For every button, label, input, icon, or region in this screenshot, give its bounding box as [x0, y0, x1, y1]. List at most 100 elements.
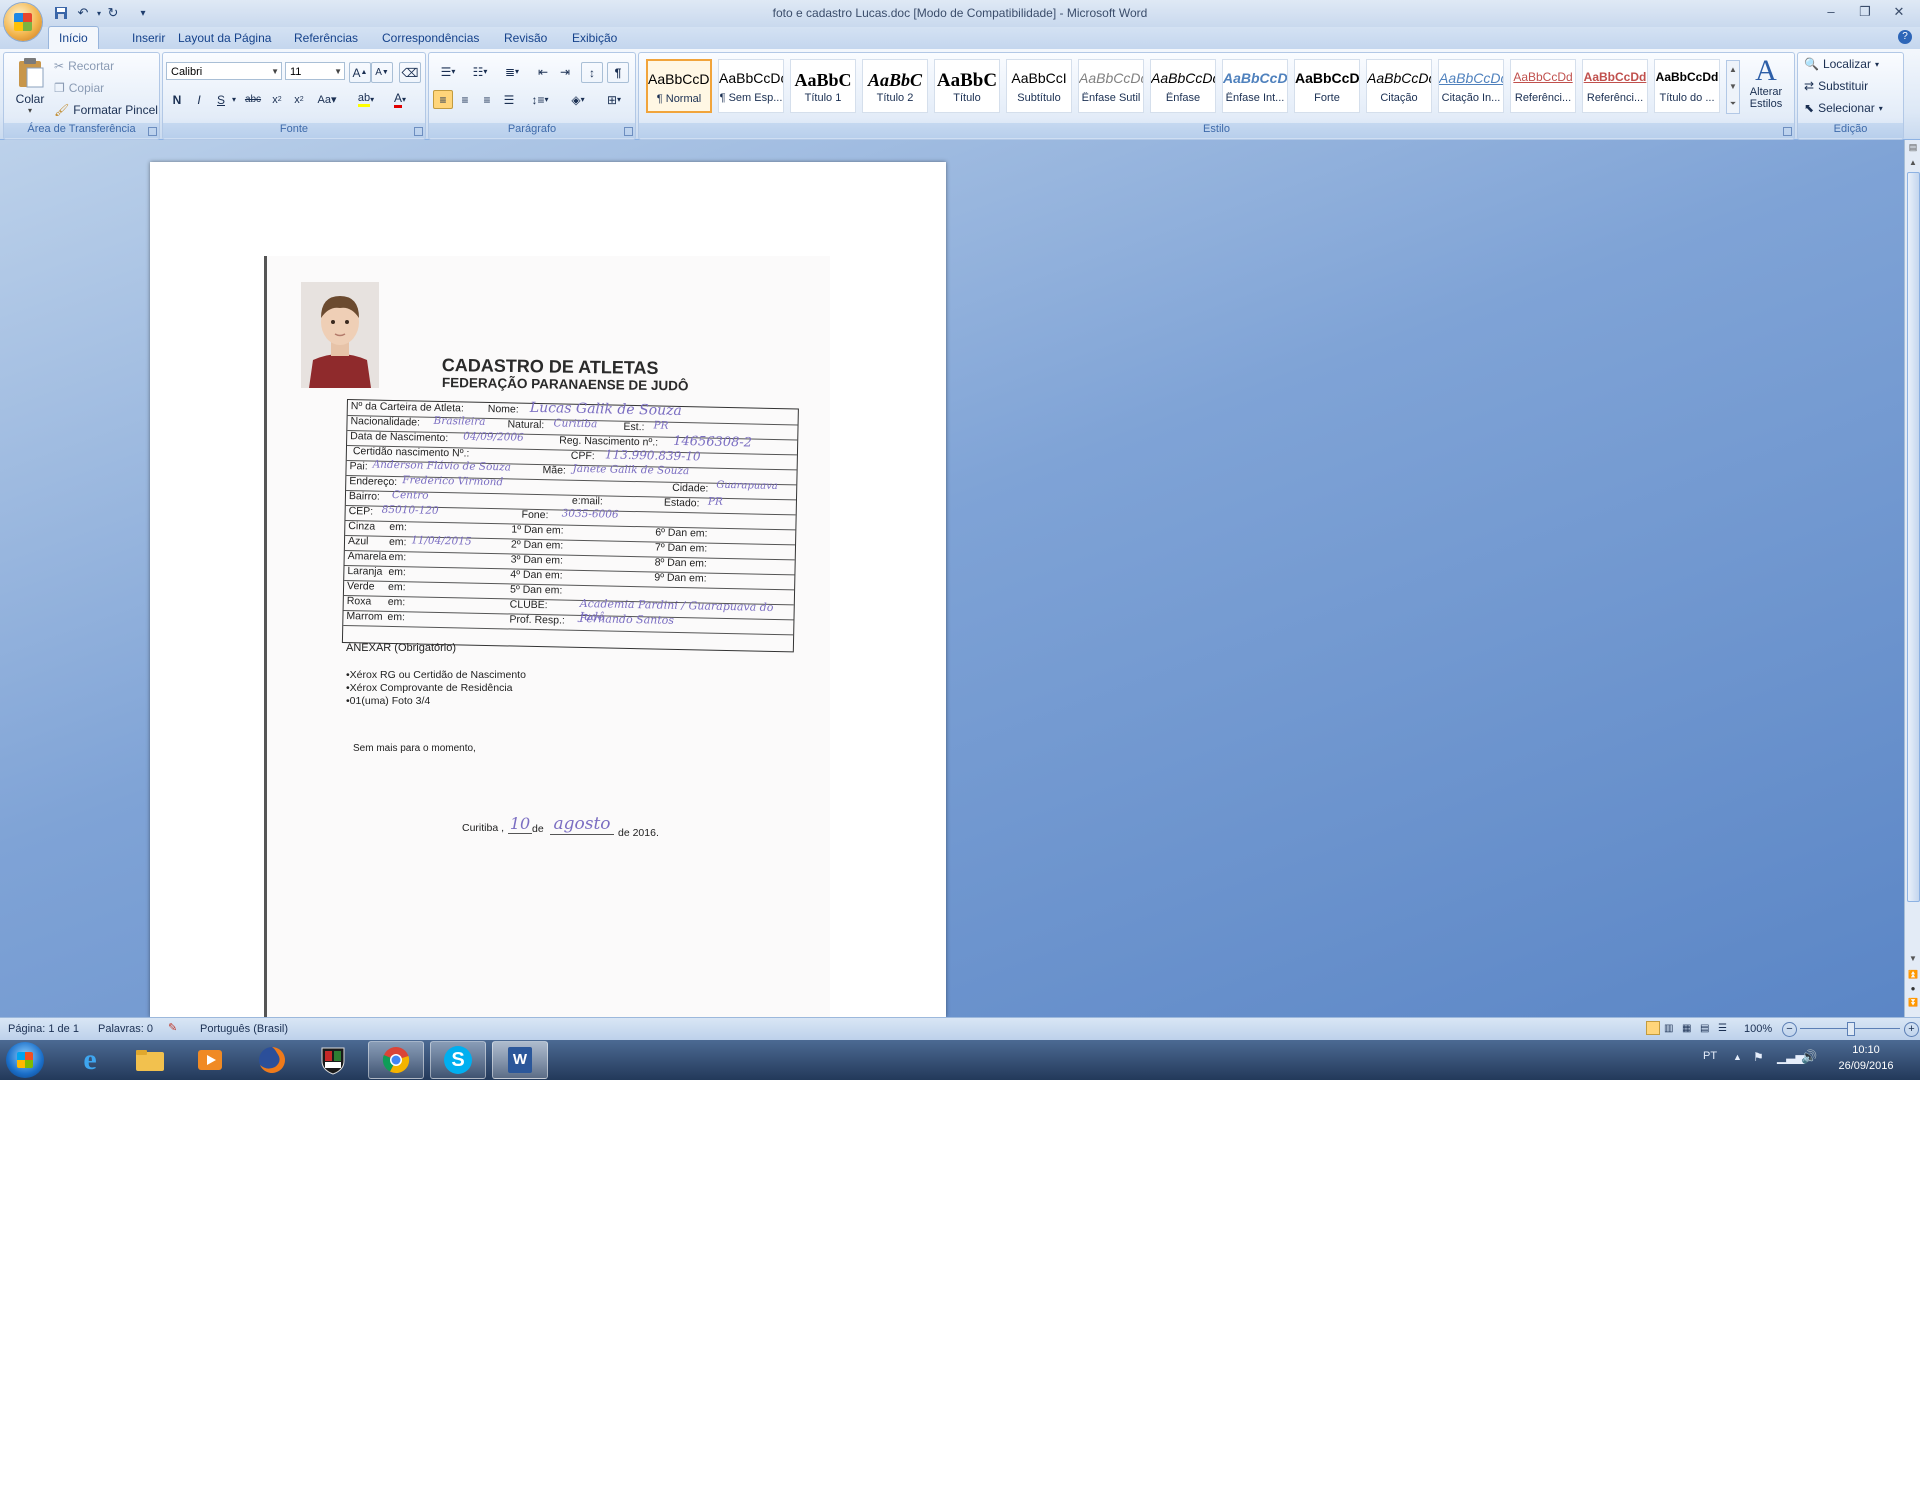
- next-page-icon[interactable]: ⏬: [1907, 998, 1919, 1010]
- change-case-button[interactable]: Aa▾: [313, 90, 341, 109]
- volume-icon[interactable]: 🔊: [1801, 1049, 1817, 1065]
- multilevel-list-button[interactable]: ≣ ▾: [497, 62, 527, 81]
- gallery-more-icon[interactable]: ⏷: [1727, 95, 1739, 112]
- style-gallery-scroll[interactable]: ▲ ▼ ⏷: [1726, 60, 1740, 114]
- ruler-toggle-icon[interactable]: ▤: [1907, 142, 1919, 154]
- clock-time[interactable]: 10:10: [1820, 1044, 1912, 1056]
- underline-button[interactable]: S: [211, 90, 231, 109]
- word-icon[interactable]: W: [492, 1041, 548, 1079]
- justify-icon[interactable]: ☰: [499, 90, 519, 109]
- action-center-flag-icon[interactable]: ⚑: [1753, 1050, 1764, 1064]
- office-button[interactable]: [4, 3, 42, 41]
- bullets-button[interactable]: ☰ ▾: [433, 62, 463, 81]
- page-count[interactable]: Página: 1 de 1: [8, 1023, 79, 1035]
- tab-referencias[interactable]: Referências: [284, 27, 368, 49]
- browse-object-icon[interactable]: ●: [1907, 984, 1919, 996]
- previous-page-icon[interactable]: ⏫: [1907, 970, 1919, 982]
- file-explorer-icon[interactable]: [122, 1041, 178, 1079]
- zoom-level[interactable]: 100%: [1744, 1023, 1772, 1035]
- style-item[interactable]: AaBbCcDc Citação In...: [1438, 59, 1504, 113]
- highlight-color-button[interactable]: ab ▾: [351, 90, 381, 109]
- word-count[interactable]: Palavras: 0: [98, 1023, 153, 1035]
- clipboard-dialog-launcher-icon[interactable]: [148, 127, 157, 136]
- scroll-up-arrow-icon[interactable]: ▲: [1907, 158, 1919, 170]
- tab-exibicao[interactable]: Exibição: [562, 27, 627, 49]
- scrollbar-thumb[interactable]: [1907, 172, 1920, 902]
- web-layout-icon[interactable]: ▦: [1682, 1023, 1691, 1034]
- chrome-icon[interactable]: [368, 1041, 424, 1079]
- increase-indent-icon[interactable]: ⇥: [555, 62, 575, 81]
- find-button[interactable]: 🔍 Localizar ▾: [1804, 57, 1879, 71]
- borders-button[interactable]: ⊞ ▾: [599, 90, 629, 109]
- tab-correspondencias[interactable]: Correspondências: [372, 27, 489, 49]
- numbering-button[interactable]: ☷ ▾: [465, 62, 495, 81]
- shrink-font-button[interactable]: A ▼: [371, 62, 393, 83]
- draft-view-icon[interactable]: ☰: [1718, 1023, 1727, 1034]
- align-right-icon[interactable]: ≡: [477, 90, 497, 109]
- strikethrough-button[interactable]: abc: [243, 90, 263, 109]
- clock-date[interactable]: 26/09/2016: [1820, 1060, 1912, 1072]
- underline-dropdown-icon[interactable]: ▾: [229, 90, 239, 109]
- styles-dialog-launcher-icon[interactable]: [1783, 127, 1792, 136]
- style-item[interactable]: AaBbCcI Subtítulo: [1006, 59, 1072, 113]
- print-layout-icon[interactable]: [1646, 1021, 1660, 1035]
- font-size-select[interactable]: 11 ▼: [285, 62, 345, 80]
- superscript-button[interactable]: x2: [289, 90, 309, 109]
- select-button[interactable]: ⬉ Selecionar ▾: [1804, 101, 1883, 115]
- bold-button[interactable]: N: [167, 90, 187, 109]
- paste-button[interactable]: Colar ▾: [10, 57, 50, 115]
- zoom-slider-thumb[interactable]: [1847, 1022, 1855, 1036]
- style-item[interactable]: AaBbCcDc Citação: [1366, 59, 1432, 113]
- paragraph-dialog-launcher-icon[interactable]: [624, 127, 633, 136]
- change-styles-button[interactable]: A Alterar Estilos: [1742, 56, 1790, 122]
- sort-icon[interactable]: ↕: [581, 62, 603, 83]
- clear-formatting-icon[interactable]: ⌫: [399, 62, 421, 83]
- scroll-up-icon[interactable]: ▲: [1727, 61, 1739, 78]
- start-button[interactable]: [6, 1042, 44, 1078]
- style-item[interactable]: AaBbC Título 1: [790, 59, 856, 113]
- style-item[interactable]: AaBbC Título 2: [862, 59, 928, 113]
- firefox-icon[interactable]: [244, 1041, 300, 1079]
- align-center-icon[interactable]: ≡: [455, 90, 475, 109]
- style-item[interactable]: AaBbC Título: [934, 59, 1000, 113]
- style-item[interactable]: AaBbCcDd Referênci...: [1582, 59, 1648, 113]
- subscript-button[interactable]: x2: [267, 90, 287, 109]
- scroll-down-arrow-icon[interactable]: ▼: [1907, 954, 1919, 966]
- zoom-in-icon[interactable]: +: [1904, 1022, 1919, 1037]
- cut-button[interactable]: ✂ Recortar: [54, 59, 114, 73]
- style-item[interactable]: AaBbCcDd Título do ...: [1654, 59, 1720, 113]
- italic-button[interactable]: I: [189, 90, 209, 109]
- replace-button[interactable]: ⇄ Substituir: [1804, 79, 1868, 93]
- style-item[interactable]: AaBbCcDc Ênfase Int...: [1222, 59, 1288, 113]
- paste-dropdown-icon[interactable]: ▾: [10, 106, 50, 115]
- style-item[interactable]: AaBbCcDc Forte: [1294, 59, 1360, 113]
- style-item[interactable]: AaBbCcDc Ênfase: [1150, 59, 1216, 113]
- show-hidden-icons-icon[interactable]: ▲: [1733, 1052, 1742, 1062]
- spelling-check-icon[interactable]: ✎: [168, 1021, 177, 1034]
- vertical-scrollbar[interactable]: ▤ ▲ ▼ ⏫ ● ⏬: [1904, 140, 1920, 1017]
- align-left-icon[interactable]: ≡: [433, 90, 453, 109]
- minimize-button[interactable]: –: [1818, 2, 1844, 22]
- style-item[interactable]: AaBbCcDc ¶ Normal: [646, 59, 712, 113]
- full-screen-reading-icon[interactable]: ▥: [1664, 1023, 1673, 1034]
- decrease-indent-icon[interactable]: ⇤: [533, 62, 553, 81]
- language-indicator[interactable]: Português (Brasil): [200, 1023, 288, 1035]
- font-dialog-launcher-icon[interactable]: [414, 127, 423, 136]
- zoom-out-icon[interactable]: −: [1782, 1022, 1797, 1037]
- input-language[interactable]: PT: [1703, 1050, 1717, 1062]
- help-icon[interactable]: ?: [1898, 30, 1912, 44]
- font-color-button[interactable]: A ▾: [385, 90, 415, 109]
- grow-font-button[interactable]: A ▲: [349, 62, 371, 83]
- font-family-select[interactable]: Calibri ▼: [166, 62, 282, 80]
- media-player-icon[interactable]: [182, 1041, 238, 1079]
- style-item[interactable]: AaBbCcDc Ênfase Sutil: [1078, 59, 1144, 113]
- copy-button[interactable]: ❐ Copiar: [54, 81, 104, 95]
- tab-revisao[interactable]: Revisão: [494, 27, 557, 49]
- style-item[interactable]: AaBbCcDc ¶ Sem Esp...: [718, 59, 784, 113]
- show-marks-icon[interactable]: ¶: [607, 62, 629, 83]
- shading-button[interactable]: ◈ ▾: [563, 90, 593, 109]
- style-item[interactable]: AaBbCcDd Referênci...: [1510, 59, 1576, 113]
- tab-inicio[interactable]: Início: [48, 26, 99, 49]
- tab-layout-da-pagina[interactable]: Layout da Página: [168, 27, 281, 49]
- close-button[interactable]: ✕: [1886, 2, 1912, 22]
